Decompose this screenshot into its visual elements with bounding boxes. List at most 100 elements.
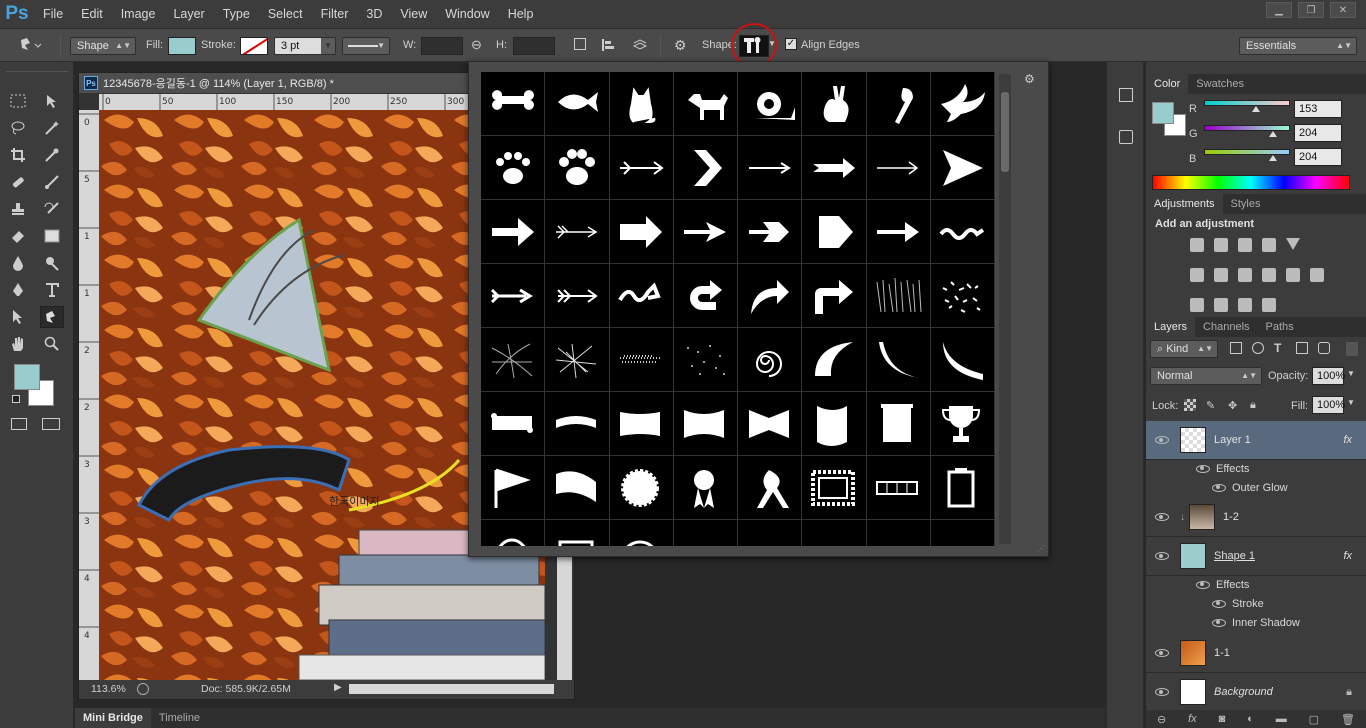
hand-tool-icon[interactable]: [6, 333, 30, 355]
visibility-eye-icon[interactable]: [1155, 552, 1169, 560]
opacity-value[interactable]: 100%: [1312, 367, 1345, 385]
tab-paths[interactable]: Paths: [1258, 317, 1302, 337]
frame-curly-shape[interactable]: [802, 520, 867, 546]
frame-scratch-shape[interactable]: [931, 520, 995, 546]
rabbit-shape[interactable]: [802, 72, 867, 136]
properties-panel-icon[interactable]: [1119, 130, 1133, 144]
layer-name[interactable]: Shape 1: [1214, 550, 1255, 562]
lock-pixels-icon[interactable]: ✎: [1206, 399, 1218, 412]
layer-name[interactable]: Layer 1: [1214, 434, 1251, 446]
black-white-icon[interactable]: [1238, 268, 1252, 282]
lasso-tool-icon[interactable]: [6, 117, 30, 139]
color-spectrum-bar[interactable]: [1152, 175, 1350, 190]
arrow-block-shape[interactable]: [609, 200, 674, 264]
effect-eye-icon[interactable]: [1212, 483, 1226, 492]
threshold-icon[interactable]: [1238, 298, 1252, 312]
default-colors-icon[interactable]: [12, 395, 20, 403]
effect-inner-shadow[interactable]: Inner Shadow: [1146, 613, 1366, 632]
marquee-tool-icon[interactable]: [6, 90, 30, 112]
crescent-shape[interactable]: [802, 328, 867, 392]
layer-row-1-2[interactable]: ↓ 1-2: [1146, 498, 1366, 537]
scroll-vertical-shape[interactable]: [866, 392, 931, 456]
vibrance-icon[interactable]: [1286, 238, 1300, 250]
lock-position-icon[interactable]: ✥: [1228, 399, 1240, 412]
screen-mode-icon[interactable]: [42, 418, 60, 430]
awareness-ribbon-shape[interactable]: [738, 456, 803, 520]
path-operations-icon[interactable]: [574, 38, 586, 50]
tab-timeline[interactable]: Timeline: [151, 708, 208, 728]
gradient-map-icon[interactable]: [1262, 298, 1276, 312]
minimize-icon[interactable]: ▁: [1266, 2, 1292, 18]
horizontal-scrollbar[interactable]: [349, 684, 554, 694]
gear-icon[interactable]: ⚙: [674, 37, 687, 54]
arrow-pentagon-shape[interactable]: [802, 200, 867, 264]
bird-shape[interactable]: [866, 72, 931, 136]
snail-shape[interactable]: [738, 72, 803, 136]
blend-mode-select[interactable]: Normal ▲▼: [1150, 367, 1262, 385]
tab-mini-bridge[interactable]: Mini Bridge: [75, 708, 151, 728]
width-field[interactable]: [421, 37, 463, 55]
tab-color[interactable]: Color: [1146, 74, 1189, 94]
layer-kind-filter[interactable]: ⌕ Kind ▲▼: [1150, 340, 1218, 358]
curves-icon[interactable]: [1238, 238, 1252, 252]
brush-tool-icon[interactable]: [40, 171, 64, 193]
curved-arrow-shape[interactable]: [738, 264, 803, 328]
photo-filter-icon[interactable]: [1262, 268, 1276, 282]
web-lines-shape[interactable]: [481, 328, 546, 392]
brightness-icon[interactable]: [1190, 238, 1204, 252]
banner-bow-shape[interactable]: [738, 392, 803, 456]
crop-tool-icon[interactable]: [6, 144, 30, 166]
r-value[interactable]: 153: [1294, 100, 1342, 118]
g-value[interactable]: 204: [1294, 124, 1342, 142]
blur-tool-icon[interactable]: [6, 252, 30, 274]
banner-pinch-shape[interactable]: [673, 392, 738, 456]
invert-icon[interactable]: [1190, 298, 1204, 312]
menu-filter[interactable]: Filter: [312, 0, 358, 28]
g-slider[interactable]: [1204, 125, 1290, 131]
menu-file[interactable]: File: [34, 0, 72, 28]
stroke-swatch[interactable]: [240, 37, 268, 55]
stroke-type-select[interactable]: ▼: [342, 37, 390, 55]
layer-name[interactable]: 1-2: [1223, 511, 1239, 523]
dots-shape[interactable]: [673, 328, 738, 392]
fx-badge[interactable]: fx: [1343, 550, 1352, 562]
layer-name[interactable]: Background: [1214, 686, 1273, 698]
tab-swatches[interactable]: Swatches: [1188, 74, 1252, 94]
pixel-filter-icon[interactable]: [1230, 342, 1242, 354]
path-arrangement-icon[interactable]: [632, 38, 648, 52]
menu-image[interactable]: Image: [112, 0, 165, 28]
visibility-eye-icon[interactable]: [1155, 649, 1169, 657]
type-tool-icon[interactable]: [40, 279, 64, 301]
frame-scallop-shape[interactable]: [738, 520, 803, 546]
filter-toggle[interactable]: [1346, 342, 1358, 356]
menu-type[interactable]: Type: [214, 0, 259, 28]
restore-icon[interactable]: ❐: [1298, 2, 1324, 18]
effects-eye-icon[interactable]: [1196, 464, 1210, 473]
fx-badge[interactable]: fx: [1343, 434, 1352, 446]
healing-brush-icon[interactable]: [6, 171, 30, 193]
flag-shape[interactable]: [481, 456, 546, 520]
menu-layer[interactable]: Layer: [164, 0, 213, 28]
arrow-double-shape[interactable]: [738, 200, 803, 264]
dog-shape[interactable]: [673, 72, 738, 136]
channel-mixer-icon[interactable]: [1286, 268, 1300, 282]
frame-arch-shape[interactable]: [610, 520, 674, 546]
eraser-tool-icon[interactable]: [6, 225, 30, 247]
smart-object-filter-icon[interactable]: [1318, 342, 1330, 354]
fill-arrow-icon[interactable]: ▼: [1347, 398, 1355, 407]
dodge-tool-icon[interactable]: [40, 252, 64, 274]
frame-deco-shape[interactable]: [674, 520, 738, 546]
layer-style-icon[interactable]: fx: [1188, 713, 1197, 725]
status-menu-icon[interactable]: [137, 683, 149, 695]
swirl-shape[interactable]: [738, 328, 803, 392]
visibility-eye-icon[interactable]: [1155, 436, 1169, 444]
arrow-right-shape[interactable]: [866, 200, 931, 264]
custom-shape-selected-icon[interactable]: [40, 306, 64, 328]
ornate-frame-shape[interactable]: [930, 456, 995, 520]
fill-swatch[interactable]: [168, 37, 196, 55]
scribble-shape[interactable]: [545, 328, 610, 392]
delete-layer-icon[interactable]: 🗑︎: [1341, 713, 1355, 726]
posterize-icon[interactable]: [1214, 298, 1228, 312]
path-alignment-icon[interactable]: [601, 38, 615, 52]
trophy-shape[interactable]: [930, 392, 995, 456]
